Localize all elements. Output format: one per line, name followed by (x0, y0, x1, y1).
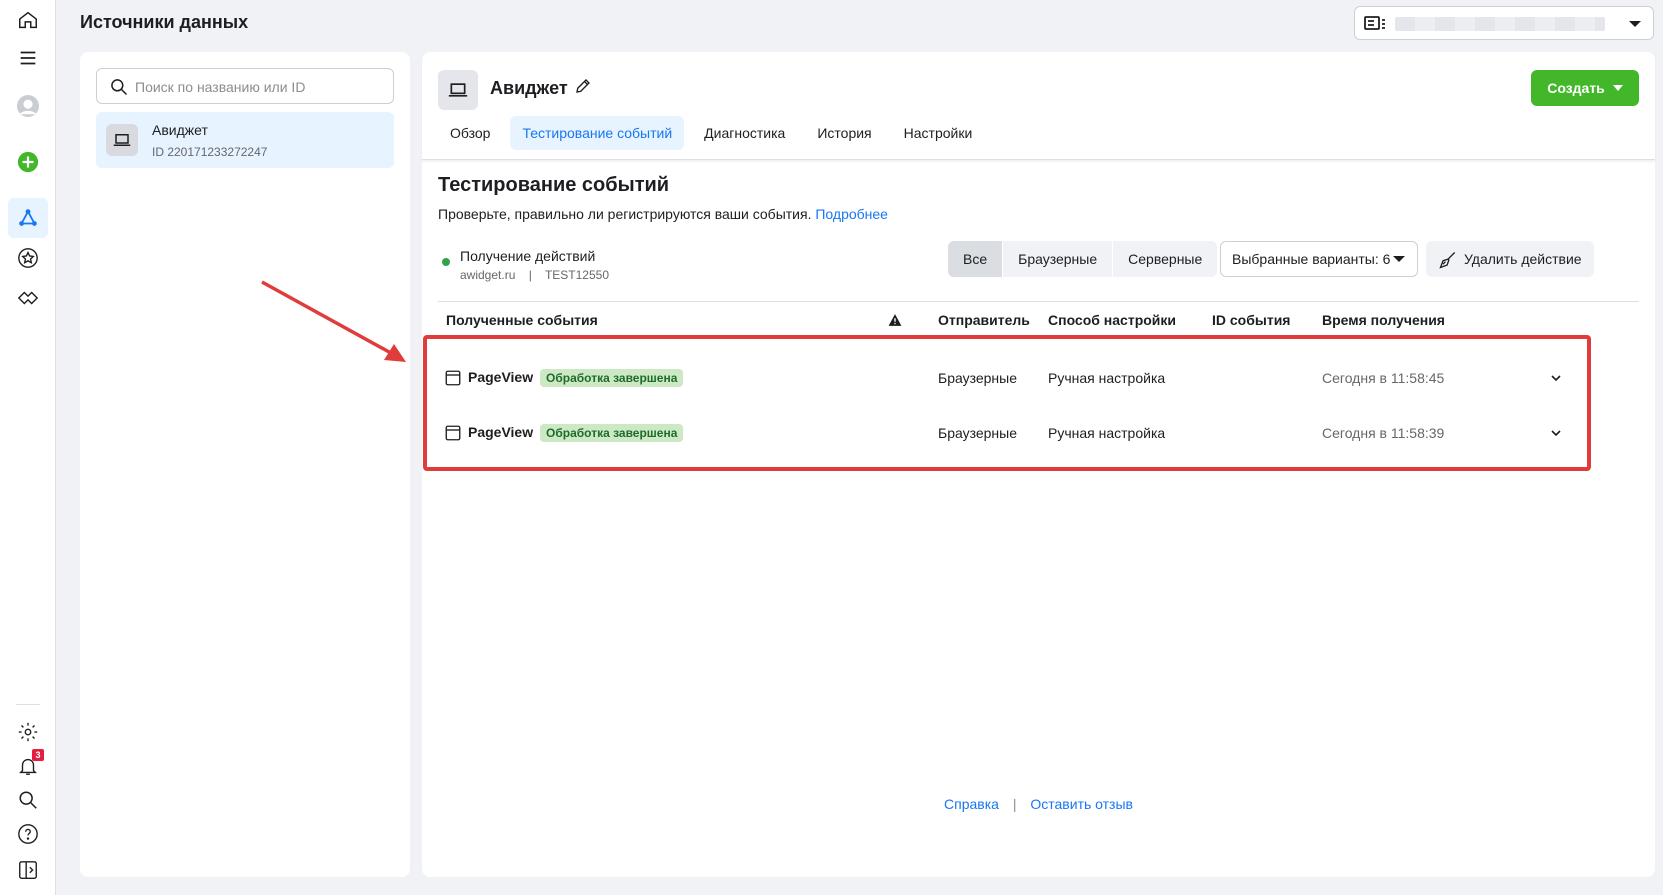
filter-server-button[interactable]: Серверные (1113, 241, 1218, 277)
broom-icon (1439, 252, 1456, 269)
feedback-link[interactable]: Оставить отзыв (1030, 796, 1133, 812)
clear-activity-label: Удалить действие (1464, 251, 1582, 267)
filter-all-button[interactable]: Все (948, 241, 1004, 277)
caret-down-icon (1612, 85, 1623, 91)
tab-overview[interactable]: Обзор (438, 116, 502, 150)
status-badge: Обработка завершена (540, 424, 684, 442)
event-method: Ручная настройка (1048, 425, 1166, 441)
data-sources-list-panel: Авиджет ID 220171233272247 (80, 52, 410, 877)
source-title: Авиджет (490, 78, 568, 98)
status-separator: | (528, 268, 532, 282)
status-badge: Обработка завершена (540, 369, 684, 387)
status-meta: awidget.ru | TEST12550 (460, 268, 609, 282)
left-nav-rail: 3 (0, 0, 56, 895)
pencil-icon[interactable] (574, 77, 592, 98)
chevron-down-icon[interactable] (1548, 370, 1564, 389)
table-row[interactable]: PageView Обработка завершена Браузерные … (438, 350, 1639, 404)
avatar[interactable] (14, 92, 42, 120)
event-method: Ручная настройка (1048, 370, 1166, 386)
create-button[interactable]: Создать (1531, 70, 1639, 106)
search-icon[interactable] (14, 786, 42, 814)
selected-variants-dropdown[interactable]: Выбранные варианты: 6 (1220, 241, 1418, 277)
source-id: ID 220171233272247 (152, 145, 268, 159)
tab-history[interactable]: История (805, 116, 883, 150)
browser-window-icon (444, 369, 462, 390)
rail-divider (16, 704, 40, 705)
help-icon[interactable] (14, 820, 42, 848)
event-time: Сегодня в 11:58:45 (1322, 370, 1445, 386)
event-name: PageView (468, 369, 534, 385)
col-header-sender[interactable]: Отправитель (938, 312, 1030, 328)
event-sender: Браузерные (938, 370, 1018, 386)
status-label: Получение действий (460, 248, 596, 264)
clear-activity-button[interactable]: Удалить действие (1426, 241, 1594, 277)
tab-diagnostics[interactable]: Диагностика (692, 116, 797, 150)
events-manager-icon[interactable] (8, 198, 48, 238)
annotation-arrow (261, 280, 406, 362)
create-button-label: Создать (1547, 80, 1605, 96)
col-header-method[interactable]: Способ настройки (1048, 312, 1176, 328)
status-dot (442, 258, 450, 266)
event-name: PageView (468, 424, 534, 440)
section-title: Тестирование событий (438, 174, 670, 196)
col-header-time[interactable]: Время получения (1322, 312, 1445, 328)
chevron-down-icon[interactable] (1548, 425, 1564, 444)
search-input[interactable] (135, 75, 385, 99)
account-name-redacted (1395, 17, 1605, 31)
laptop-icon (438, 70, 478, 110)
section-description-text: Проверьте, правильно ли регистрируются в… (438, 206, 812, 222)
browser-window-icon (444, 424, 462, 445)
handshake-icon[interactable] (14, 284, 42, 312)
source-filter-group: Все Браузерные Серверные (948, 241, 1218, 277)
footer-links: Справка | Оставить отзыв (422, 796, 1655, 812)
filter-browser-button[interactable]: Браузерные (1003, 241, 1114, 277)
home-icon[interactable] (14, 6, 42, 34)
gear-icon[interactable] (14, 718, 42, 746)
tab-settings[interactable]: Настройки (892, 116, 985, 150)
event-sender: Браузерные (938, 425, 1018, 441)
add-icon[interactable] (14, 148, 42, 176)
panel-toggle-icon[interactable] (14, 856, 42, 884)
notification-badge: 3 (32, 749, 44, 761)
table-row[interactable]: PageView Обработка завершена Браузерные … (438, 405, 1639, 459)
main-panel: Авиджет Создать Обзор Тестирование событ… (422, 52, 1655, 877)
selected-variants-label: Выбранные варианты: 6 (1232, 251, 1391, 267)
search-field[interactable] (96, 68, 394, 104)
test-code: TEST12550 (544, 268, 610, 282)
event-time: Сегодня в 11:58:39 (1322, 425, 1445, 441)
col-header-events[interactable]: Полученные события (446, 312, 598, 328)
search-icon (111, 79, 128, 96)
page-title: Источники данных (80, 12, 249, 32)
table-divider (438, 301, 1639, 302)
business-account-icon (1363, 14, 1387, 37)
tab-test-events[interactable]: Тестирование событий (510, 116, 685, 150)
star-icon[interactable] (14, 244, 42, 272)
section-description: Проверьте, правильно ли регистрируются в… (438, 206, 888, 222)
account-selector[interactable] (1354, 6, 1654, 40)
warning-icon (888, 313, 902, 330)
help-link[interactable]: Справка (944, 796, 999, 812)
source-name: Авиджет (152, 122, 208, 138)
source-header: Авиджет Создать Обзор Тестирование событ… (422, 52, 1655, 160)
col-header-event-id[interactable]: ID события (1212, 312, 1290, 328)
source-list-item[interactable]: Авиджет ID 220171233272247 (96, 112, 394, 168)
footer-separator: | (1012, 796, 1017, 812)
tabs: Обзор Тестирование событий Диагностика И… (438, 116, 984, 152)
status-domain: awidget.ru (460, 268, 516, 282)
bell-icon[interactable]: 3 (14, 749, 44, 780)
menu-icon[interactable] (14, 44, 42, 72)
learn-more-link[interactable]: Подробнее (815, 206, 888, 222)
laptop-icon (106, 124, 138, 156)
chevron-down-icon (1629, 21, 1641, 27)
caret-down-icon (1393, 256, 1405, 262)
